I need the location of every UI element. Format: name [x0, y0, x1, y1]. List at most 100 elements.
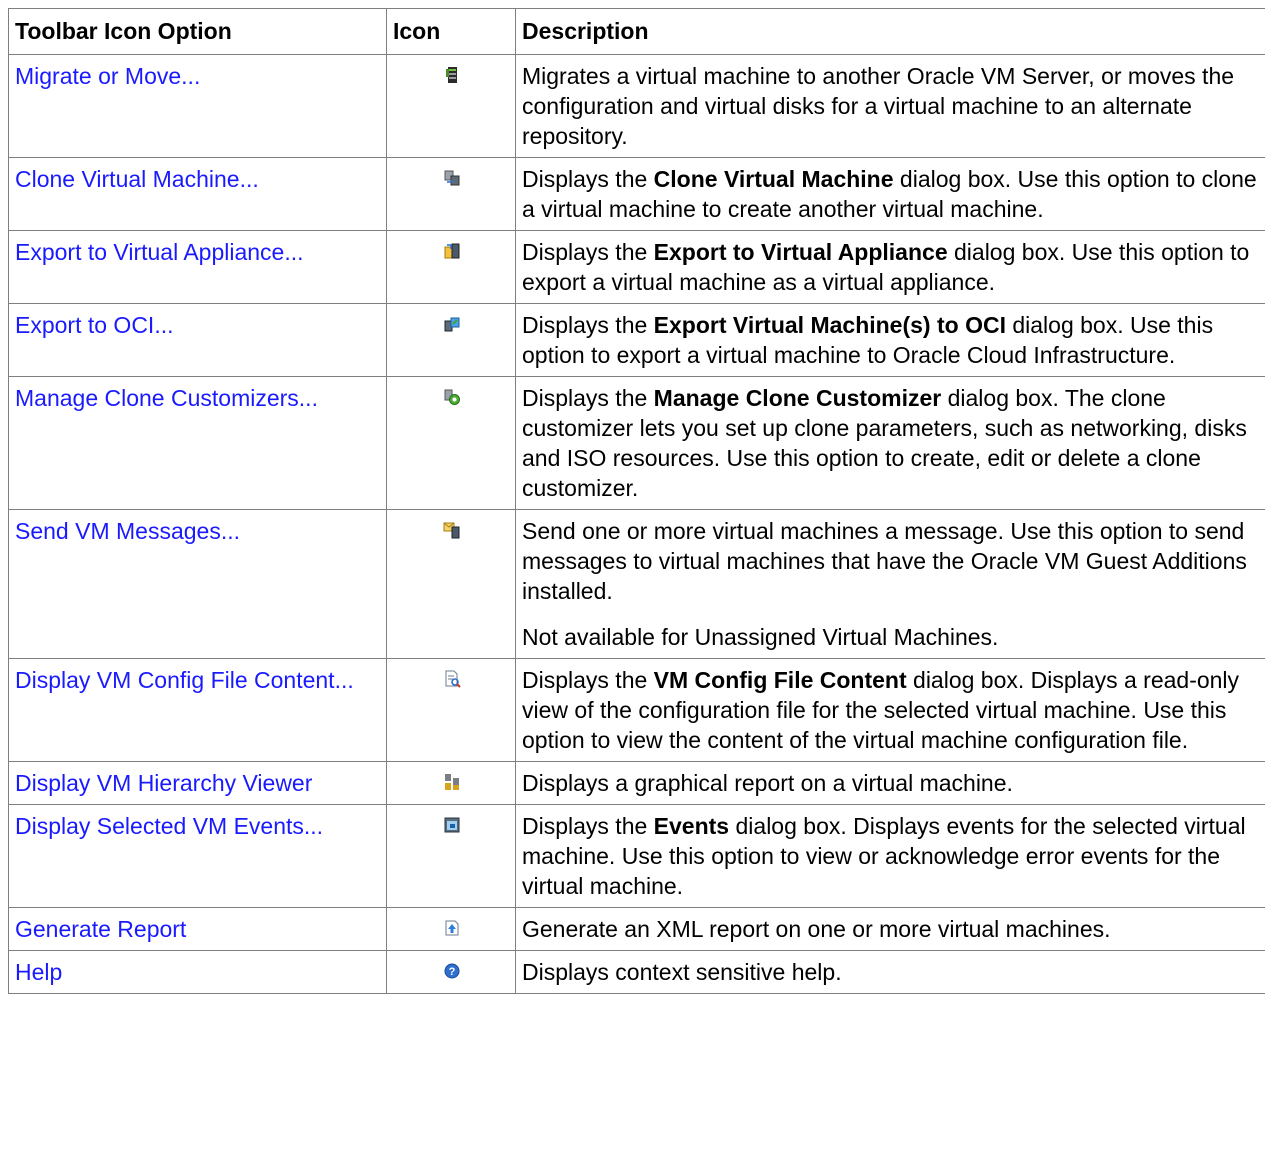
- description-text: Generate an XML report on one or more vi…: [522, 916, 1111, 942]
- icon-cell: [386, 804, 516, 908]
- dialog-name: Manage Clone Customizer: [653, 385, 942, 411]
- option-cell: Clone Virtual Machine...: [8, 157, 387, 231]
- table-row: Export to Virtual Appliance... Displays t…: [8, 230, 1265, 304]
- description-cell: Displays context sensitive help.: [515, 950, 1265, 994]
- description-cell: Displays the Manage Clone Customizer dia…: [515, 376, 1265, 510]
- column-header-description: Description: [515, 8, 1265, 55]
- description-text: Displays the: [522, 312, 654, 338]
- description-text: Displays the: [522, 385, 654, 411]
- description-paragraph: Displays the Clone Virtual Machine dialo…: [522, 164, 1265, 224]
- description-text: Send one or more virtual machines a mess…: [522, 518, 1247, 604]
- option-cell: Generate Report: [8, 907, 387, 951]
- toolbar-options-table: Toolbar Icon Option Icon Description Mig…: [8, 8, 1265, 994]
- svg-text:?: ?: [448, 966, 455, 978]
- option-link-manage-clone-customizers[interactable]: Manage Clone Customizers...: [15, 385, 318, 411]
- option-link-clone-virtual-machine[interactable]: Clone Virtual Machine...: [15, 166, 259, 192]
- events-icon: [443, 816, 461, 834]
- description-paragraph: Displays the Export to Virtual Appliance…: [522, 237, 1265, 297]
- description-text: Displays the: [522, 667, 654, 693]
- description-cell: Send one or more virtual machines a mess…: [515, 509, 1265, 659]
- icon-cell: [386, 907, 516, 951]
- dialog-name: VM Config File Content: [653, 667, 907, 693]
- icon-cell: [386, 303, 516, 377]
- report-icon: [443, 919, 461, 937]
- description-paragraph: Displays the Manage Clone Customizer dia…: [522, 383, 1265, 503]
- description-cell: Displays the Export Virtual Machine(s) t…: [515, 303, 1265, 377]
- clone-customizer-icon: [443, 388, 461, 406]
- option-link-display-selected-vm-events[interactable]: Display Selected VM Events...: [15, 813, 323, 839]
- description-paragraph: Displays the Events dialog box. Displays…: [522, 811, 1265, 901]
- icon-cell: [386, 658, 516, 762]
- description-cell: Displays the Clone Virtual Machine dialo…: [515, 157, 1265, 231]
- column-header-icon: Icon: [386, 8, 516, 55]
- description-text: Displays a graphical report on a virtual…: [522, 770, 1013, 796]
- table-row: Generate Report Generate an XML report on…: [8, 907, 1265, 951]
- description-cell: Displays the Events dialog box. Displays…: [515, 804, 1265, 908]
- table-row: Send VM Messages... Send one or more virt…: [8, 509, 1265, 659]
- option-cell: Send VM Messages...: [8, 509, 387, 659]
- description-paragraph: Displays context sensitive help.: [522, 957, 1265, 987]
- description-paragraph: Generate an XML report on one or more vi…: [522, 914, 1265, 944]
- send-message-icon: [443, 521, 461, 539]
- option-link-migrate-or-move[interactable]: Migrate or Move...: [15, 63, 200, 89]
- table-row: Migrate or Move... Migrates a virtual mac…: [8, 54, 1265, 158]
- option-link-display-vm-config-file-content[interactable]: Display VM Config File Content...: [15, 667, 354, 693]
- option-cell: Export to Virtual Appliance...: [8, 230, 387, 304]
- header-row: Toolbar Icon Option Icon Description: [8, 8, 1265, 55]
- description-paragraph: Displays the Export Virtual Machine(s) t…: [522, 310, 1265, 370]
- description-paragraph: Displays the VM Config File Content dial…: [522, 665, 1265, 755]
- icon-cell: [386, 157, 516, 231]
- description-cell: Displays a graphical report on a virtual…: [515, 761, 1265, 805]
- table-body: Migrate or Move... Migrates a virtual mac…: [8, 54, 1265, 994]
- description-text: Not available for Unassigned Virtual Mac…: [522, 624, 999, 650]
- option-link-send-vm-messages[interactable]: Send VM Messages...: [15, 518, 240, 544]
- option-cell: Manage Clone Customizers...: [8, 376, 387, 510]
- icon-cell: [386, 509, 516, 659]
- option-link-generate-report[interactable]: Generate Report: [15, 916, 186, 942]
- dialog-name: Export Virtual Machine(s) to OCI: [653, 312, 1006, 338]
- option-cell: Display Selected VM Events...: [8, 804, 387, 908]
- clone-icon: [443, 169, 461, 187]
- config-file-icon: [443, 670, 461, 688]
- table-row: Display VM Config File Content... Display…: [8, 658, 1265, 762]
- export-oci-icon: [443, 315, 461, 333]
- table-row: Manage Clone Customizers... Displays the …: [8, 376, 1265, 510]
- description-cell: Displays the VM Config File Content dial…: [515, 658, 1265, 762]
- description-text: Displays the: [522, 166, 654, 192]
- hierarchy-icon: [443, 773, 461, 791]
- option-cell: Migrate or Move...: [8, 54, 387, 158]
- description-paragraph: Send one or more virtual machines a mess…: [522, 516, 1265, 606]
- option-cell: Help: [8, 950, 387, 994]
- dialog-name: Events: [653, 813, 730, 839]
- description-cell: Migrates a virtual machine to another Or…: [515, 54, 1265, 158]
- icon-cell: [386, 54, 516, 158]
- export-appliance-icon: [443, 242, 461, 260]
- description-paragraph: Migrates a virtual machine to another Or…: [522, 61, 1265, 151]
- table-row: Display Selected VM Events... Displays th…: [8, 804, 1265, 908]
- table-row: Export to OCI... Displays the Export Virt…: [8, 303, 1265, 377]
- icon-cell: [386, 230, 516, 304]
- option-link-export-to-oci[interactable]: Export to OCI...: [15, 312, 174, 338]
- option-cell: Export to OCI...: [8, 303, 387, 377]
- description-text: Displays the: [522, 239, 654, 265]
- table-row: Display VM Hierarchy Viewer Displays a gr…: [8, 761, 1265, 805]
- dialog-name: Clone Virtual Machine: [653, 166, 894, 192]
- option-link-help[interactable]: Help: [15, 959, 62, 985]
- table-row: Clone Virtual Machine... Displays the Clo…: [8, 157, 1265, 231]
- description-text: Displays the: [522, 813, 654, 839]
- dialog-name: Export to Virtual Appliance: [653, 239, 948, 265]
- description-paragraph: Not available for Unassigned Virtual Mac…: [522, 622, 1265, 652]
- description-cell: Generate an XML report on one or more vi…: [515, 907, 1265, 951]
- option-cell: Display VM Hierarchy Viewer: [8, 761, 387, 805]
- description-text: Migrates a virtual machine to another Or…: [522, 63, 1235, 149]
- option-link-display-vm-hierarchy-viewer[interactable]: Display VM Hierarchy Viewer: [15, 770, 312, 796]
- icon-cell: [386, 761, 516, 805]
- icon-cell: [386, 376, 516, 510]
- description-cell: Displays the Export to Virtual Appliance…: [515, 230, 1265, 304]
- migrate-icon: [443, 66, 461, 84]
- option-cell: Display VM Config File Content...: [8, 658, 387, 762]
- option-link-export-to-virtual-appliance[interactable]: Export to Virtual Appliance...: [15, 239, 304, 265]
- description-text: Displays context sensitive help.: [522, 959, 842, 985]
- description-paragraph: Displays a graphical report on a virtual…: [522, 768, 1265, 798]
- help-icon: ?: [443, 962, 461, 980]
